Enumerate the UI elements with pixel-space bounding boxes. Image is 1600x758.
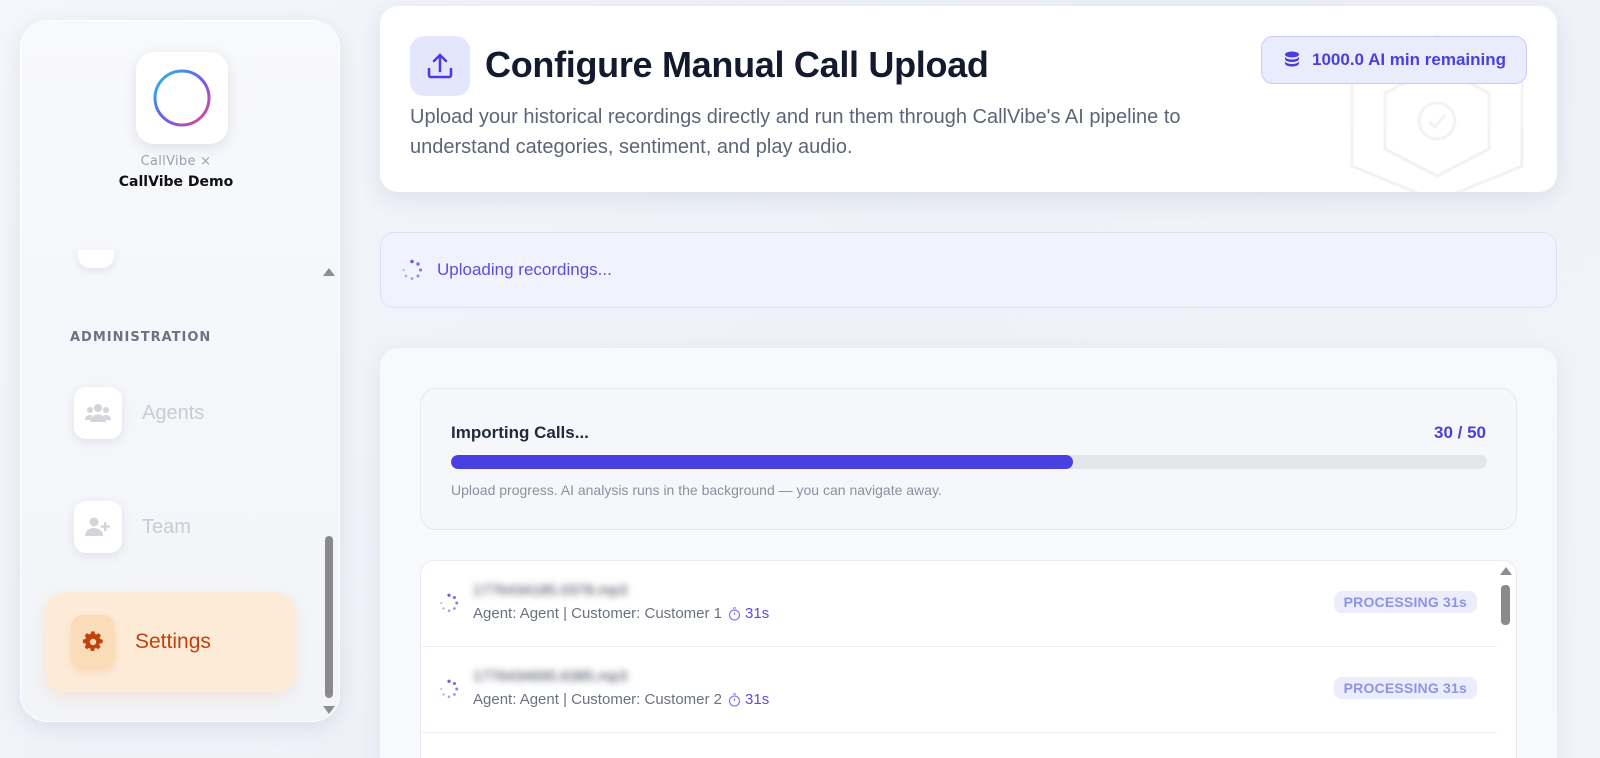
loading-spinner-icon [402, 259, 423, 280]
loading-spinner-icon [440, 593, 459, 612]
organization-name: CallVibe Demo [118, 174, 234, 190]
sidebar-item-settings[interactable]: Settings [45, 592, 295, 692]
status-badge: PROCESSING 31s [1333, 677, 1477, 699]
sidebar: CallVibe × CallVibe Demo ADMINISTRATION … [20, 20, 340, 722]
sidebar-item-label: Agents [142, 401, 205, 424]
scroll-up-arrow-icon[interactable] [1500, 567, 1512, 575]
app-logo[interactable] [136, 52, 228, 144]
progress-note: Upload progress. AI analysis runs in the… [451, 482, 942, 498]
import-panel: Importing Calls... 30 / 50 Upload progre… [380, 348, 1557, 758]
brand-subtitle: CallVibe × [140, 154, 212, 169]
sidebar-item-label: Settings [135, 630, 211, 653]
file-meta: Agent: Agent | Customer: Customer 2 31s [473, 691, 769, 708]
duration-text: 31s [745, 691, 770, 708]
user-plus-icon [74, 501, 122, 553]
stopwatch-icon [728, 606, 741, 621]
sidebar-item-label: Team [142, 515, 191, 538]
sidebar-item-agents[interactable]: Agents [74, 386, 314, 440]
scrollbar-thumb[interactable] [1501, 585, 1510, 625]
scrollbar-thumb[interactable] [325, 536, 333, 698]
file-list-scrollbar[interactable] [1498, 565, 1514, 758]
list-item[interactable]: 1776434185.0378.mp3 Agent: Agent | Custo… [421, 561, 1497, 647]
page-description: Upload your historical recordings direct… [410, 106, 1181, 158]
duration: 31s [728, 691, 769, 708]
page-title: Configure Manual Call Upload [485, 44, 989, 85]
sidebar-scrollbar[interactable] [320, 264, 340, 714]
sidebar-item-team[interactable]: Team [74, 500, 314, 554]
users-icon [74, 387, 122, 439]
gear-icon [71, 615, 115, 669]
ai-minutes-text: 1000.0 AI min remaining [1312, 50, 1506, 69]
file-meta: Agent: Agent | Customer: Customer 1 31s [473, 605, 769, 622]
file-name: 1776434695.6385.mp3 [473, 668, 628, 685]
file-list: 1776434185.0378.mp3 Agent: Agent | Custo… [420, 560, 1517, 758]
page-header-card: Configure Manual Call Upload Upload your… [380, 6, 1557, 192]
progress-title: Importing Calls... [451, 423, 589, 442]
nav-item-partial[interactable] [78, 250, 114, 268]
progress-bar-fill [451, 455, 1073, 469]
file-name: 1776434185.0378.mp3 [473, 582, 628, 599]
ai-minutes-badge: 1000.0 AI min remaining [1261, 36, 1527, 84]
duration-text: 31s [745, 605, 770, 622]
import-progress-card: Importing Calls... 30 / 50 Upload progre… [420, 388, 1517, 530]
progress-bar [451, 455, 1487, 469]
file-participants: Agent: Agent | Customer: Customer 2 [473, 691, 723, 708]
upload-icon [410, 36, 470, 96]
loading-spinner-icon [440, 679, 459, 698]
scroll-up-arrow-icon[interactable] [323, 268, 335, 276]
status-text: Uploading recordings... [437, 260, 612, 279]
stopwatch-icon [728, 692, 741, 707]
upload-status-banner: Uploading recordings... [380, 232, 1557, 308]
duration: 31s [728, 605, 769, 622]
soundwave-logo-icon [153, 69, 211, 127]
file-participants: Agent: Agent | Customer: Customer 1 [473, 605, 723, 622]
scroll-down-arrow-icon[interactable] [323, 706, 335, 714]
section-label-administration: ADMINISTRATION [70, 330, 212, 345]
progress-count: 30 / 50 [1434, 423, 1486, 442]
status-badge: PROCESSING 31s [1333, 591, 1477, 613]
list-item[interactable]: 1776434695.6385.mp3 Agent: Agent | Custo… [421, 647, 1497, 733]
coins-icon [1285, 51, 1299, 67]
